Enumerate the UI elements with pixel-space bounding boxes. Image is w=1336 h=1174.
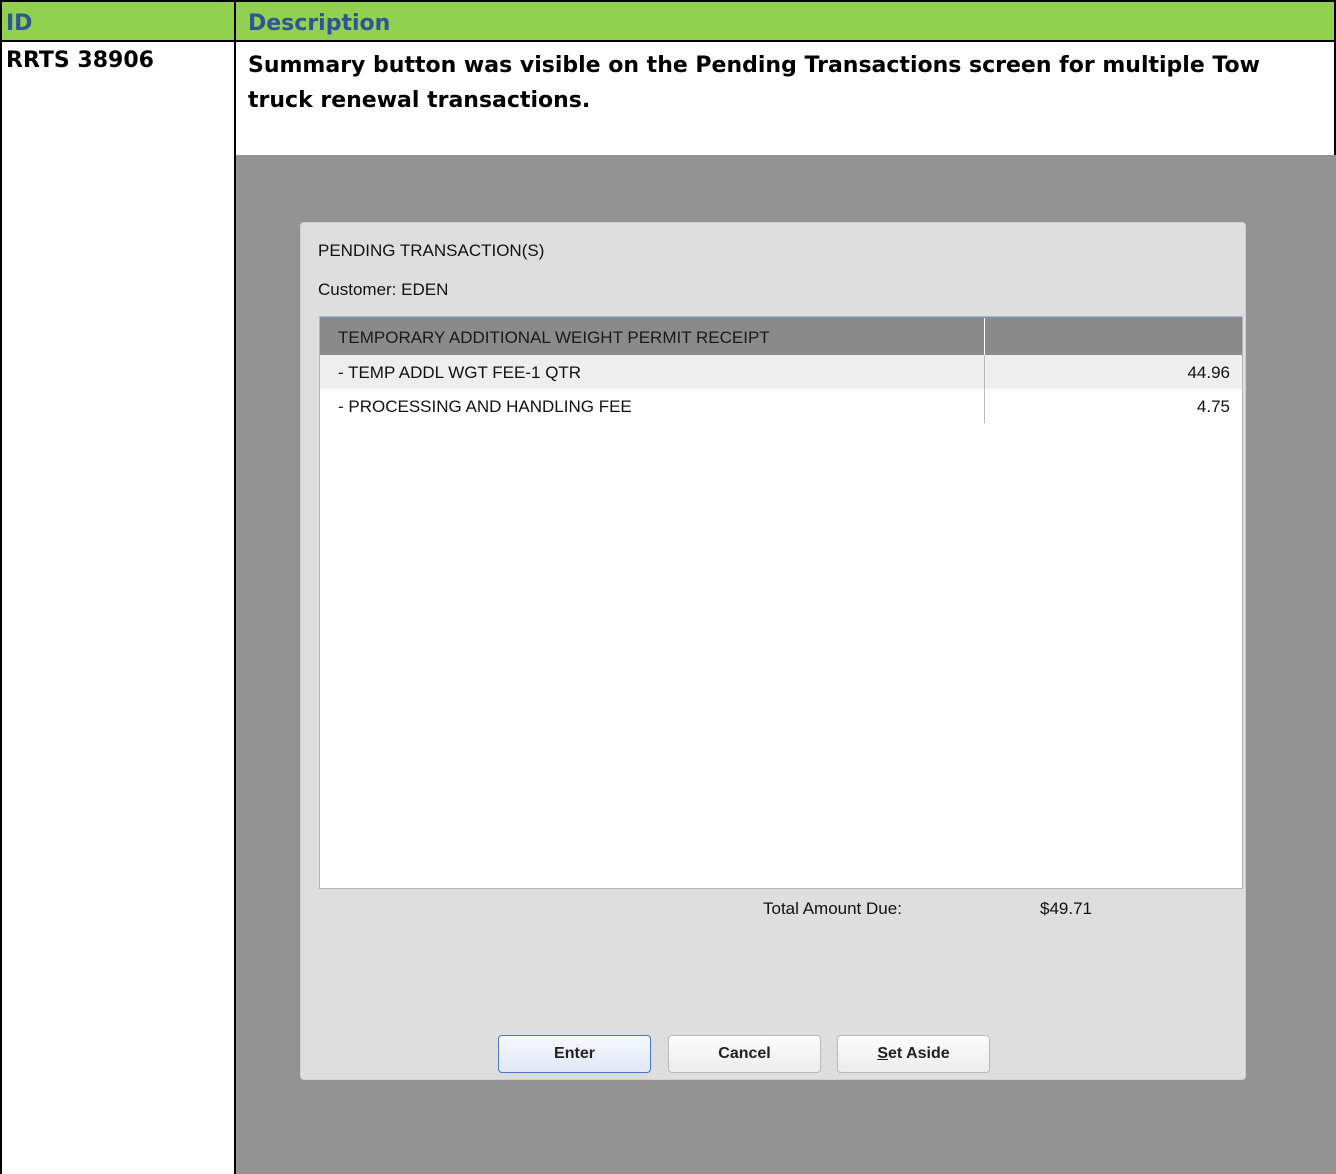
table-border-left <box>0 0 2 1174</box>
fee-label: - PROCESSING AND HANDLING FEE <box>338 397 632 416</box>
total-amount-label: Total Amount Due: <box>763 899 902 918</box>
fee-label: - TEMP ADDL WGT FEE-1 QTR <box>338 363 582 382</box>
document-table: ID Description RRTS 38906 Summary button… <box>0 0 1336 1174</box>
set-aside-label: et Aside <box>888 1045 950 1062</box>
set-aside-button[interactable]: Set Aside <box>837 1035 990 1073</box>
total-amount-value: $49.71 <box>1040 899 1092 918</box>
set-aside-mnemonic: S <box>877 1045 888 1062</box>
table-header-row: ID Description <box>0 0 1336 42</box>
table-row[interactable]: - TEMP ADDL WGT FEE-1 QTR 44.96 <box>320 355 1242 389</box>
column-divider <box>984 389 985 423</box>
column-divider <box>984 355 985 389</box>
grid-header-divider <box>984 318 985 356</box>
pending-transactions-dialog: PENDING TRANSACTION(S) Customer: EDEN TE… <box>300 222 1246 1080</box>
grid-header-label: TEMPORARY ADDITIONAL WEIGHT PERMIT RECEI… <box>338 328 770 347</box>
grid-header: TEMPORARY ADDITIONAL WEIGHT PERMIT RECEI… <box>320 317 1242 356</box>
enter-button[interactable]: Enter <box>498 1035 651 1073</box>
customer-label: Customer: EDEN <box>318 280 449 299</box>
header-id: ID <box>6 11 33 36</box>
cancel-button[interactable]: Cancel <box>668 1035 821 1073</box>
row-description: Summary button was visible on the Pendin… <box>248 53 1260 113</box>
transactions-grid[interactable]: TEMPORARY ADDITIONAL WEIGHT PERMIT RECEI… <box>319 316 1243 889</box>
dialog-title: PENDING TRANSACTION(S) <box>318 241 545 260</box>
header-description: Description <box>248 11 391 36</box>
fee-amount: 4.75 <box>1196 397 1230 416</box>
fee-amount: 44.96 <box>1187 363 1230 382</box>
table-row[interactable]: - PROCESSING AND HANDLING FEE 4.75 <box>320 389 1242 423</box>
row-id: RRTS 38906 <box>6 48 154 73</box>
